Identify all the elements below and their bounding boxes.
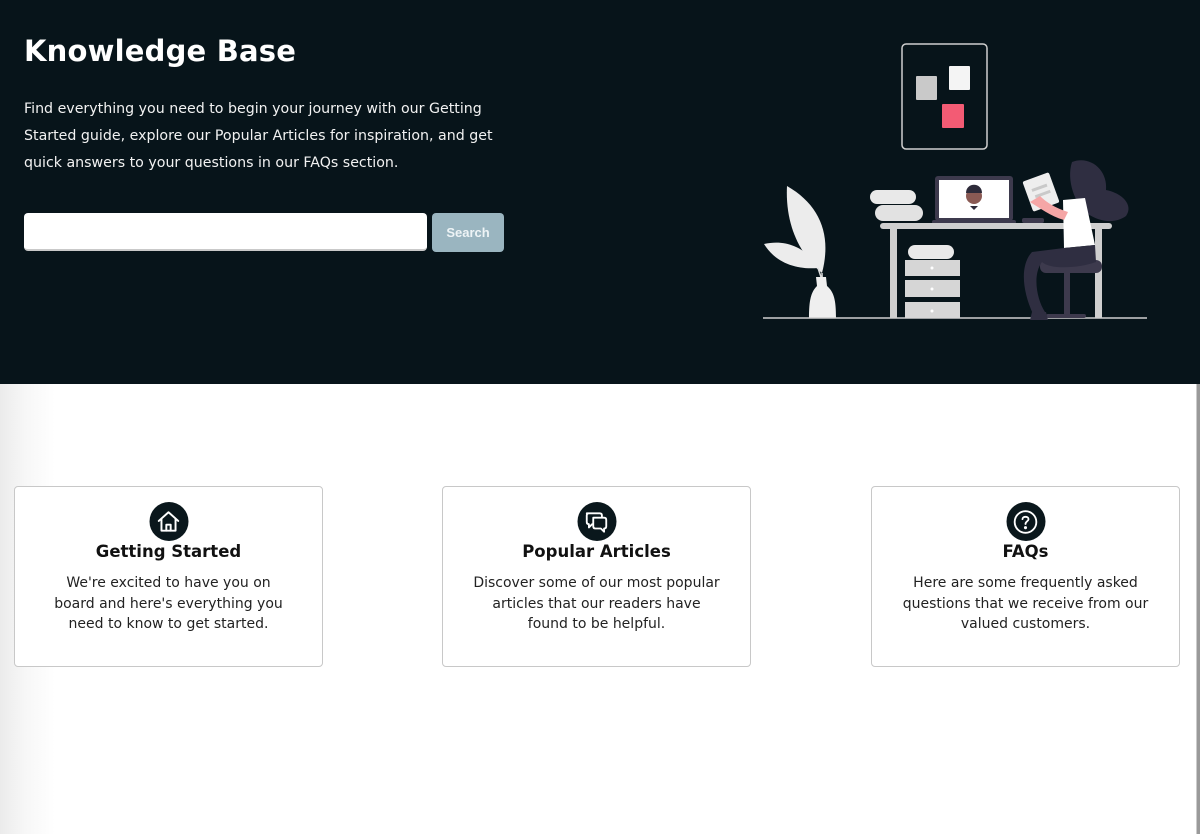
vase <box>809 277 836 318</box>
card-description: Discover some of our most popular articl… <box>473 575 720 632</box>
card-title: Getting Started <box>95 542 242 561</box>
frame-square-gray <box>916 76 937 100</box>
card-popular-articles[interactable]: Popular Articles Discover some of our mo… <box>442 486 751 667</box>
search-button[interactable]: Search <box>432 213 504 252</box>
card-title: FAQs <box>1002 542 1049 561</box>
frame-square-pink <box>942 104 964 128</box>
card-description: Here are some frequently asked questions… <box>902 575 1149 632</box>
card-title: Popular Articles <box>522 542 671 561</box>
card-faqs[interactable]: FAQs Here are some frequently asked ques… <box>871 486 1180 667</box>
hero-section: Knowledge Base Find everything you need … <box>0 0 1200 384</box>
hero-description: Find everything you need to begin your j… <box>24 101 493 171</box>
wall-frame <box>901 43 988 150</box>
desk-illustration <box>763 43 1147 320</box>
home-icon <box>149 502 188 541</box>
frame-square-white <box>949 66 970 90</box>
categories-section: Getting Started We're excited to have yo… <box>0 384 1200 834</box>
question-circle-icon <box>1006 502 1045 541</box>
card-description: We're excited to have you on board and h… <box>54 575 283 632</box>
page-title: Knowledge Base <box>24 34 297 68</box>
card-getting-started[interactable]: Getting Started We're excited to have yo… <box>14 486 323 667</box>
search-input[interactable] <box>24 213 427 251</box>
chat-bubbles-icon <box>577 502 616 541</box>
